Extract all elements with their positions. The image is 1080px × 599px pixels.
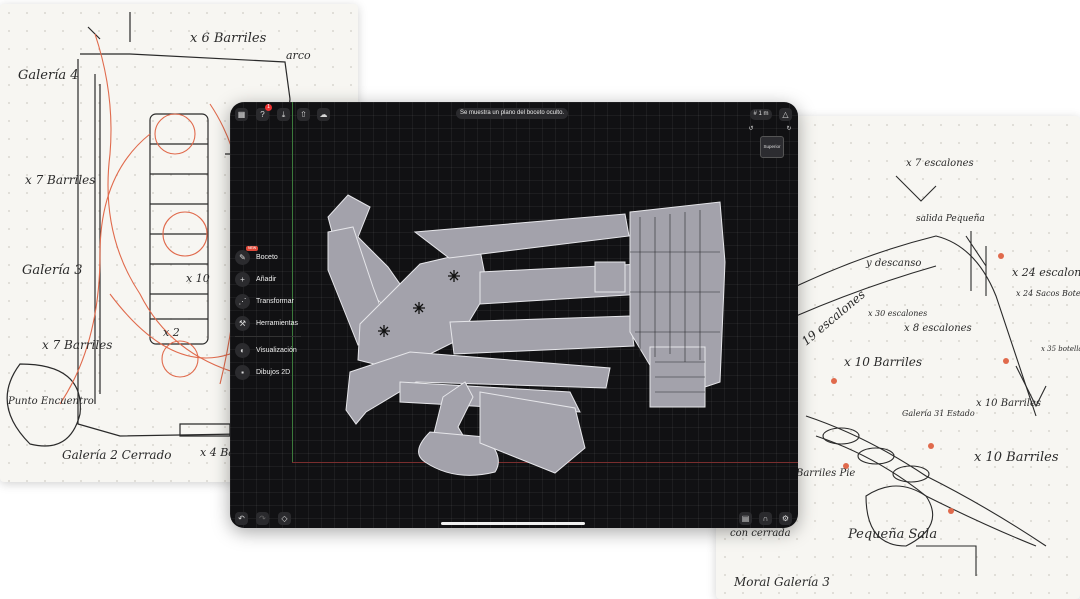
label-19-escalones: 19 escalones xyxy=(799,287,868,348)
label-moral-galeria-3: Moral Galería 3 xyxy=(733,575,830,589)
floor-plan-drawing[interactable] xyxy=(230,102,798,528)
label-x35-botellas: x 35 botellas xyxy=(1041,345,1080,353)
label-x24-escalones: x 24 escalones xyxy=(1012,266,1080,279)
label-galeria-3: Galería 3 xyxy=(22,263,83,278)
label-x8-escalones: x 8 escalones xyxy=(904,323,972,334)
pencil-icon: ✎ xyxy=(235,249,250,265)
transform-icon: ⋰ xyxy=(235,293,250,309)
label-con-cerrada: con cerrada xyxy=(730,528,791,539)
label-x10-barriles-b: x 10 Barriles xyxy=(974,450,1059,465)
menu-label-dibujos-2d: Dibujos 2D xyxy=(256,368,291,376)
layers-icon[interactable]: ◇ xyxy=(278,512,291,525)
label-salida-pequena: salida Pequeña xyxy=(916,214,985,224)
menu-item-herramientas[interactable]: ⚒ Herramientas xyxy=(235,312,315,334)
rotate-right-icon[interactable]: ↻ xyxy=(784,124,794,134)
label-pequena-sala: Pequeña Sala xyxy=(847,527,937,542)
label-galeria-4: Galería 4 xyxy=(18,68,79,83)
magnet-icon[interactable]: ∩ xyxy=(759,512,772,525)
label-barriles-pie: Barriles Pie xyxy=(795,468,855,479)
menu-label-transformar: Transformar xyxy=(256,297,294,305)
redo-icon[interactable]: ↷ xyxy=(256,512,269,525)
home-indicator[interactable] xyxy=(441,522,585,525)
label-x7-barriles-top: x 7 Barriles xyxy=(25,173,95,187)
plus-icon: + xyxy=(235,271,250,287)
menu-divider xyxy=(235,336,301,337)
visualization-icon: ◐ xyxy=(235,342,250,358)
label-x2: x 2 xyxy=(163,326,180,339)
new-badge: NEW xyxy=(246,246,259,251)
hidden-sketch-notice: Se muestra un plano del boceto oculto. xyxy=(456,108,569,119)
warning-icon[interactable]: △ xyxy=(779,108,792,121)
undo-icon[interactable]: ↶ xyxy=(235,512,248,525)
menu-label-herramientas: Herramientas xyxy=(256,319,299,327)
settings-icon[interactable]: ⚙ xyxy=(779,512,792,525)
tools-icon: ⚒ xyxy=(235,315,250,331)
grid-icon[interactable]: ▦ xyxy=(235,108,248,121)
view-cube[interactable]: Superior xyxy=(760,136,784,158)
drawings-2d-icon: ▪ xyxy=(235,364,250,380)
label-x10-barriles-c: x 10 Barriles xyxy=(976,398,1041,409)
label-y-descanso: y descanso xyxy=(865,258,921,269)
menu-item-transformar[interactable]: ⋰ Transformar xyxy=(235,290,315,312)
menu-item-boceto[interactable]: ✎ NEW Boceto xyxy=(235,246,315,268)
label-x30-escalones: x 30 escalones xyxy=(868,309,927,318)
label-galeria-31: Galería 31 Estado xyxy=(902,409,975,418)
share-icon[interactable]: ⇧ xyxy=(297,108,310,121)
menu-item-visualizacion[interactable]: ◐ Visualización xyxy=(235,339,315,361)
floor-indicator[interactable]: # 1 m xyxy=(750,109,772,120)
label-x10-barriles-a: x 10 Barriles xyxy=(844,355,922,369)
menu-label-visualizacion: Visualización xyxy=(256,346,297,354)
tablet-app-window: ▦ ? 1 ⤓ ⇧ ☁ Se muestra un plano del boce… xyxy=(230,102,798,528)
side-menu: ✎ NEW Boceto + Añadir ⋰ Transformar ⚒ He… xyxy=(235,246,315,383)
cloud-icon[interactable]: ☁ xyxy=(317,108,330,121)
label-x24-sacos: x 24 Sacos Botellas xyxy=(1016,289,1080,298)
label-punto-encuentro: Punto Encuentro xyxy=(7,396,94,407)
menu-label-boceto: Boceto xyxy=(256,253,278,261)
menu-item-anadir[interactable]: + Añadir xyxy=(235,268,315,290)
download-icon[interactable]: ⤓ xyxy=(277,108,290,121)
label-arco: arco xyxy=(286,49,311,62)
label-x6-barriles: x 6 Barriles xyxy=(190,31,267,46)
menu-label-anadir: Añadir xyxy=(256,275,277,283)
label-x10: x 10 xyxy=(186,272,210,285)
clipboard-icon[interactable]: ▤ xyxy=(739,512,752,525)
menu-item-dibujos-2d[interactable]: ▪ Dibujos 2D xyxy=(235,361,315,383)
rotate-left-icon[interactable]: ↺ xyxy=(746,124,756,134)
notification-badge: 1 xyxy=(265,104,272,111)
label-galeria-2: Galería 2 Cerrado xyxy=(62,448,172,462)
label-x7-escalones: x 7 escalones xyxy=(906,158,974,169)
label-x7-barriles-bottom: x 7 Barriles xyxy=(42,338,112,352)
